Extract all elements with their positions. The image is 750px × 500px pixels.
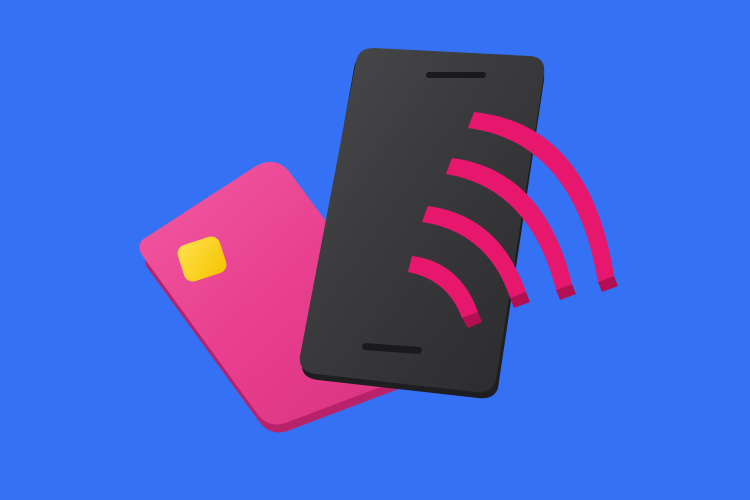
- phone-speaker: [426, 72, 486, 78]
- illustration-canvas: [0, 0, 750, 500]
- contactless-payment-scene: [0, 0, 750, 500]
